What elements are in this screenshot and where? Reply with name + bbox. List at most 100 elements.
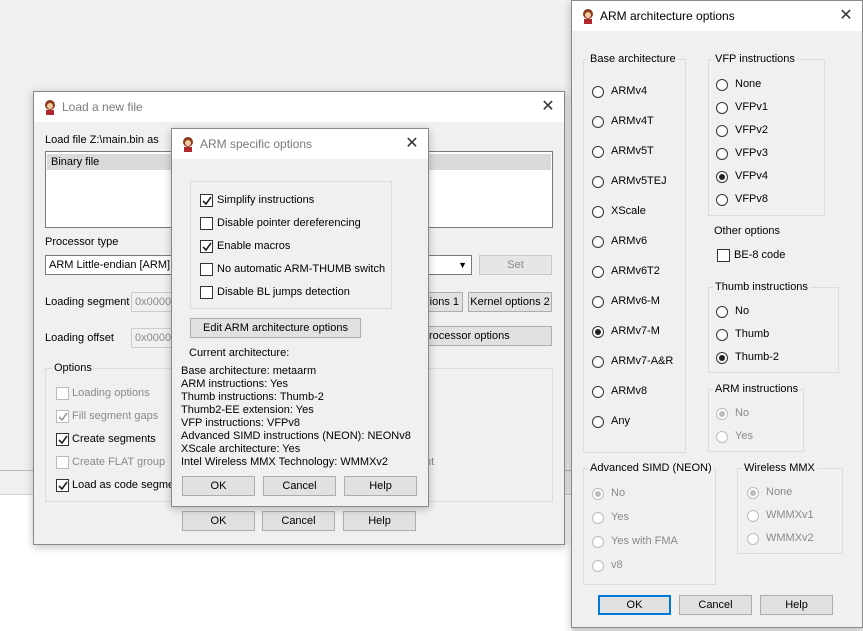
create-segments-label: Create segments (72, 433, 156, 445)
vfp-radio[interactable] (716, 194, 728, 206)
base-arch-radio[interactable] (592, 266, 604, 278)
arch-cancel-button[interactable]: Cancel (679, 595, 752, 615)
file-type-binary: Binary file (51, 156, 100, 168)
vfp-radio[interactable] (716, 148, 728, 160)
load-help-button[interactable]: Help (343, 511, 416, 531)
thumb-radio[interactable] (716, 306, 728, 318)
wmmx-radio[interactable] (747, 487, 759, 499)
chevron-down-icon: ▼ (458, 260, 467, 270)
base-arch-radio[interactable] (592, 146, 604, 158)
arch-line: VFP instructions: VFPv8 (181, 417, 301, 429)
simd-radio[interactable] (592, 560, 604, 572)
base-arch-radio[interactable] (592, 116, 604, 128)
base-arch-radio[interactable] (592, 296, 604, 308)
kernel-options-2-button[interactable]: Kernel options 2 (468, 292, 552, 312)
load-ok-button[interactable]: OK (182, 511, 255, 531)
simplify-label: Simplify instructions (217, 194, 315, 206)
base-arch-radio[interactable] (592, 176, 604, 188)
arm-specific-titlebar: ARM specific options ✕ (172, 129, 428, 159)
disable-ptr-checkbox[interactable] (200, 217, 213, 230)
load-cancel-button[interactable]: Cancel (262, 511, 335, 531)
close-icon[interactable]: ✕ (836, 6, 856, 26)
simd-radio[interactable] (592, 536, 604, 548)
base-arch-label: ARMv8 (611, 385, 648, 397)
simd-title: Advanced SIMD (NEON) (588, 462, 714, 474)
ida-app-icon (583, 9, 593, 24)
arm-specific-dialog: ARM specific options ✕ Simplify instruct… (171, 128, 429, 507)
wmmx-radio[interactable] (747, 510, 759, 522)
base-arch-label: ARMv7-A&R (611, 355, 674, 367)
arm-ok-button[interactable]: OK (182, 476, 255, 496)
wmmx-radio[interactable] (747, 533, 759, 545)
vfp-label: None (735, 78, 762, 90)
arch-title: ARM architecture options (600, 9, 735, 23)
simd-radio[interactable] (592, 512, 604, 524)
arch-line: XScale architecture: Yes (181, 443, 301, 455)
edit-arch-button[interactable]: Edit ARM architecture options (190, 318, 361, 338)
base-arch-radio[interactable] (592, 86, 604, 98)
arm-help-button[interactable]: Help (344, 476, 417, 496)
load-file-title: Load a new file (62, 100, 143, 114)
processor-value: ARM Little-endian [ARM] (49, 259, 171, 271)
base-arch-radio[interactable] (592, 416, 604, 428)
check-icon (58, 435, 68, 445)
wmmx-label: WMMXv1 (766, 509, 814, 521)
base-arch-label: ARMv5T (611, 145, 654, 157)
be8-checkbox[interactable] (717, 249, 730, 262)
base-arch-label: ARMv6 (611, 235, 648, 247)
check-icon (58, 412, 68, 422)
base-arch-label: ARMv7-M (611, 325, 660, 337)
options-group-title: Options (52, 362, 94, 374)
arm-cancel-button[interactable]: Cancel (263, 476, 336, 496)
processor-type-label: Processor type (45, 236, 119, 248)
arm-instr-label: Yes (735, 430, 753, 442)
arm-instr-radio[interactable] (716, 431, 728, 443)
base-arch-label: ARMv5TEJ (611, 175, 667, 187)
vfp-radio[interactable] (716, 79, 728, 91)
thumb-label: Thumb (735, 328, 770, 340)
simplify-checkbox[interactable] (200, 194, 213, 207)
base-arch-radio[interactable] (592, 206, 604, 218)
close-icon[interactable]: ✕ (538, 97, 558, 117)
load-as-code-checkbox[interactable] (56, 479, 69, 492)
enable-macros-label: Enable macros (217, 240, 291, 252)
base-arch-label: Any (611, 415, 630, 427)
close-icon[interactable]: ✕ (402, 134, 422, 154)
fill-gaps-checkbox[interactable] (56, 410, 69, 423)
fill-gaps-label: Fill segment gaps (72, 410, 159, 422)
base-arch-radio[interactable] (592, 236, 604, 248)
no-auto-switch-label: No automatic ARM-THUMB switch (217, 263, 386, 275)
base-arch-radio[interactable] (592, 386, 604, 398)
base-arch-radio[interactable] (592, 326, 604, 338)
check-icon (202, 242, 212, 252)
check-icon (202, 196, 212, 206)
other-options-title: Other options (714, 225, 781, 237)
enable-macros-checkbox[interactable] (200, 240, 213, 253)
thumb-radio[interactable] (716, 352, 728, 364)
simd-label: No (611, 487, 626, 499)
be8-label: BE-8 code (734, 249, 786, 261)
processor-options-button[interactable]: rocessor options (419, 326, 552, 346)
arch-ok-button[interactable]: OK (598, 595, 671, 615)
vfp-radio[interactable] (716, 102, 728, 114)
loading-options-checkbox[interactable] (56, 387, 69, 400)
load-as-code-label: Load as code segmen (72, 479, 181, 491)
no-auto-switch-checkbox[interactable] (200, 263, 213, 276)
vfp-radio[interactable] (716, 125, 728, 137)
thumb-radio[interactable] (716, 329, 728, 341)
create-flat-checkbox[interactable] (56, 456, 69, 469)
base-arch-radio[interactable] (592, 356, 604, 368)
simd-label: v8 (611, 559, 623, 571)
disable-bl-checkbox[interactable] (200, 286, 213, 299)
simd-radio[interactable] (592, 488, 604, 500)
arch-help-button[interactable]: Help (760, 595, 833, 615)
base-arch-title: Base architecture (588, 53, 678, 65)
vfp-label: VFPv2 (735, 124, 769, 136)
vfp-radio[interactable] (716, 171, 728, 183)
arm-instr-radio[interactable] (716, 408, 728, 420)
set-button[interactable]: Set (479, 255, 552, 275)
arch-line: Intel Wireless MMX Technology: WMMXv2 (181, 456, 389, 468)
create-segments-checkbox[interactable] (56, 433, 69, 446)
loading-segment-label: Loading segment (45, 296, 130, 308)
load-file-titlebar: Load a new file ✕ (34, 92, 564, 122)
